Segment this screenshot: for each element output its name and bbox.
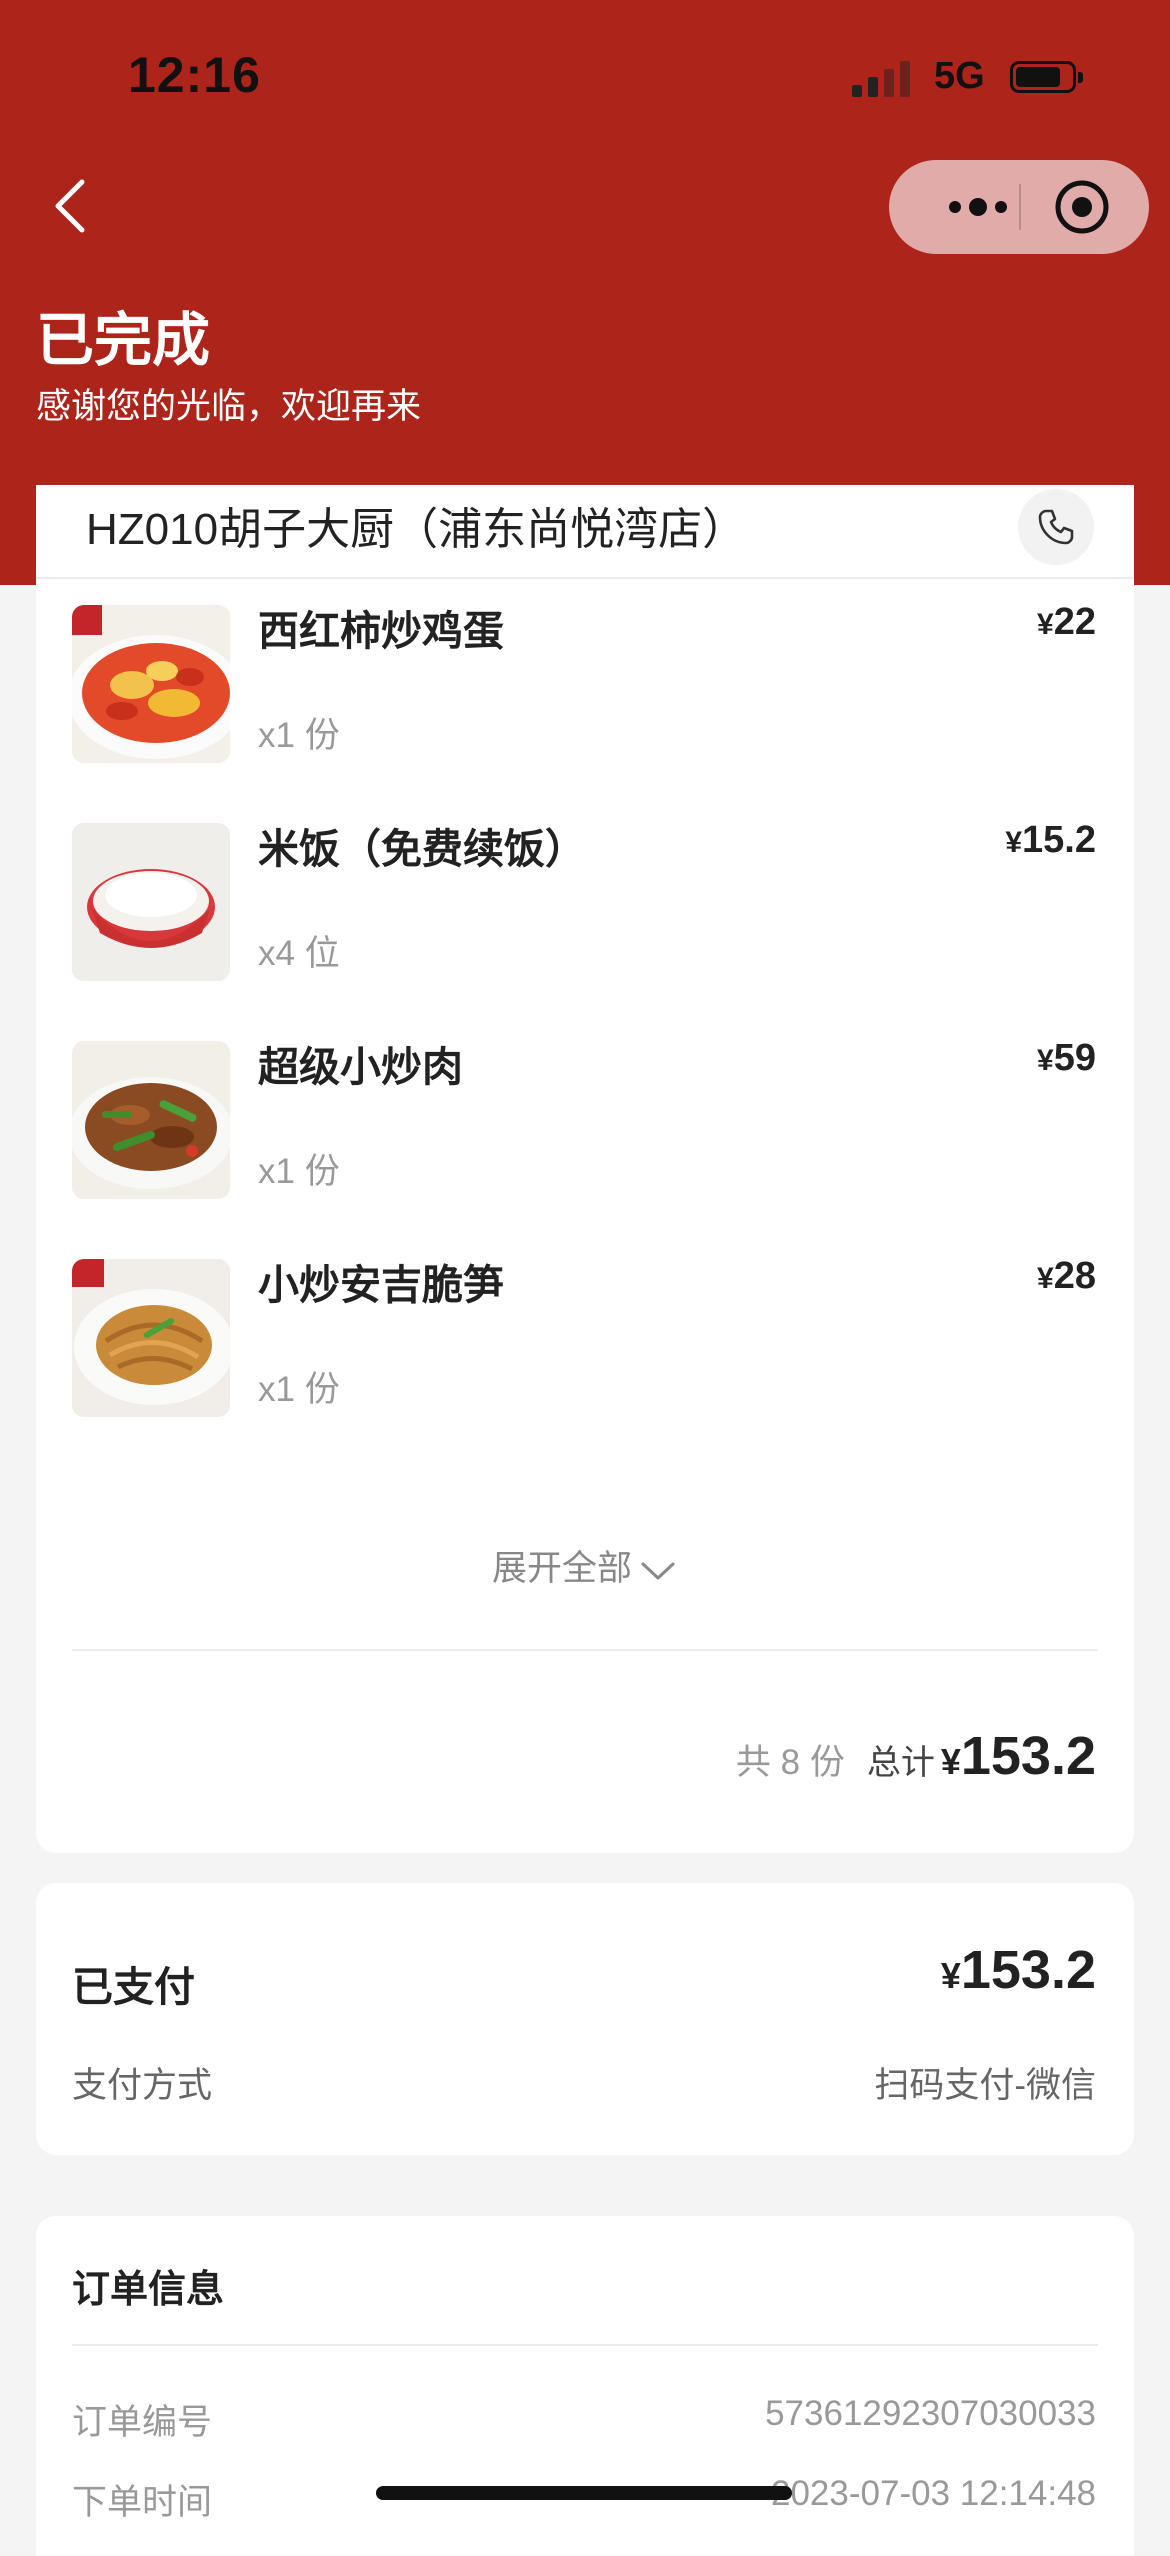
item-price: ¥59 <box>1037 1037 1096 1080</box>
currency-symbol: ¥ <box>1037 1044 1054 1077</box>
close-mini-program-button[interactable] <box>1052 177 1112 237</box>
stir-fried-pork-dish-image <box>72 1041 230 1199</box>
payment-method-value: 扫码支付-微信 <box>874 2066 1096 2105</box>
payment-card: 已支付 ¥153.2 支付方式 扫码支付-微信 <box>36 1883 1134 2155</box>
order-item[interactable]: 超级小炒肉 x1 份 ¥59 <box>36 1021 1134 1221</box>
item-price-value: 15.2 <box>1022 819 1096 861</box>
order-time-label: 下单时间 <box>72 2483 213 2522</box>
paid-label: 已支付 <box>72 1964 195 2010</box>
expand-all-button[interactable]: 展开全部 <box>36 1540 1134 1591</box>
item-price-value: 22 <box>1053 601 1096 643</box>
back-button[interactable] <box>36 170 106 240</box>
mini-program-capsule <box>889 160 1149 254</box>
order-card: HZ010胡子大厨（浦东尚悦湾店） 西红柿炒鸡蛋 x1 份 ¥22 米饭（免费续… <box>36 485 1134 1853</box>
signal-icon <box>852 61 912 97</box>
payment-method-label: 支付方式 <box>72 2066 213 2105</box>
chevron-down-icon <box>641 1562 675 1580</box>
home-indicator[interactable] <box>376 2486 792 2500</box>
item-price: ¥15.2 <box>1005 819 1096 862</box>
divider <box>72 2344 1098 2346</box>
item-quantity: x4 位 <box>258 934 340 973</box>
more-dots-icon <box>949 198 1007 216</box>
bamboo-shoot-dish-image <box>72 1259 230 1417</box>
battery-icon <box>1010 61 1083 93</box>
order-time-value: 2023-07-03 12:14:48 <box>771 2474 1096 2513</box>
expand-all-label: 展开全部 <box>491 1549 632 1588</box>
status-time: 12:16 <box>128 47 261 103</box>
item-count: 共 8 份 <box>735 1743 845 1782</box>
item-price-value: 59 <box>1053 1037 1096 1079</box>
chevron-left-icon <box>55 179 85 233</box>
target-circle-icon <box>1055 180 1109 234</box>
shop-name[interactable]: HZ010胡子大厨（浦东尚悦湾店） <box>86 493 746 557</box>
paid-amount: ¥153.2 <box>941 1939 1096 2001</box>
item-name: 米饭（免费续饭） <box>258 826 586 872</box>
item-price: ¥22 <box>1037 601 1096 644</box>
item-name: 超级小炒肉 <box>258 1044 463 1090</box>
item-name: 小炒安吉脆笋 <box>258 1262 504 1308</box>
phone-icon <box>1038 509 1074 545</box>
currency-symbol: ¥ <box>1037 1262 1054 1295</box>
page-title: 已完成 <box>36 308 211 373</box>
order-item[interactable]: 西红柿炒鸡蛋 x1 份 ¥22 <box>36 585 1134 785</box>
currency-symbol: ¥ <box>940 1955 961 1996</box>
shop-row: HZ010胡子大厨（浦东尚悦湾店） <box>36 485 1134 579</box>
item-name: 西红柿炒鸡蛋 <box>258 608 504 654</box>
order-item[interactable]: 小炒安吉脆笋 x1 份 ¥28 <box>36 1239 1134 1439</box>
order-totals: 共 8 份总计 ¥153.2 <box>736 1725 1096 1787</box>
currency-symbol: ¥ <box>940 1741 961 1782</box>
order-info-card: 订单信息 订单编号 57361292307030033 下单时间 2023-07… <box>36 2216 1134 2556</box>
item-quantity: x1 份 <box>258 1370 340 1409</box>
item-price-value: 28 <box>1053 1255 1096 1297</box>
order-number-value[interactable]: 57361292307030033 <box>765 2394 1096 2434</box>
order-item[interactable]: 米饭（免费续饭） x4 位 ¥15.2 <box>36 803 1134 1003</box>
call-button[interactable] <box>1018 489 1094 565</box>
order-info-title: 订单信息 <box>72 2269 225 2311</box>
total-amount: 153.2 <box>960 1726 1096 1786</box>
item-price: ¥28 <box>1037 1255 1096 1298</box>
divider <box>72 1649 1098 1651</box>
network-type: 5G <box>934 55 985 97</box>
tomato-egg-dish-image <box>72 605 230 763</box>
currency-symbol: ¥ <box>1005 826 1023 859</box>
rice-bowl-image <box>72 823 230 981</box>
total-label: 总计 <box>866 1744 935 1782</box>
item-quantity: x1 份 <box>258 1152 340 1191</box>
order-number-label: 订单编号 <box>72 2403 213 2442</box>
paid-amount-value: 153.2 <box>960 1940 1096 2000</box>
item-quantity: x1 份 <box>258 716 340 755</box>
capsule-divider <box>1019 184 1021 230</box>
more-button[interactable] <box>925 182 1025 232</box>
page-subtitle: 感谢您的光临，欢迎再来 <box>36 387 422 426</box>
currency-symbol: ¥ <box>1037 608 1054 641</box>
